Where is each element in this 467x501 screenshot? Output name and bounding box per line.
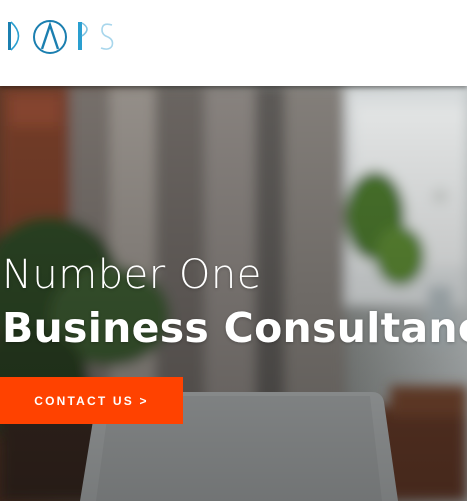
daps-logo-icon: [8, 20, 114, 54]
hero-headline-line1: Number One: [2, 252, 262, 298]
hero-section: Number One Business Consultancy CONTACT …: [0, 86, 467, 501]
brand-logo[interactable]: DAPS: [6, 16, 118, 56]
contact-us-button[interactable]: CONTACT US >: [0, 377, 183, 424]
hero-headline-line2: Business Consultancy: [2, 304, 467, 352]
site-header: DAPS: [0, 0, 467, 86]
